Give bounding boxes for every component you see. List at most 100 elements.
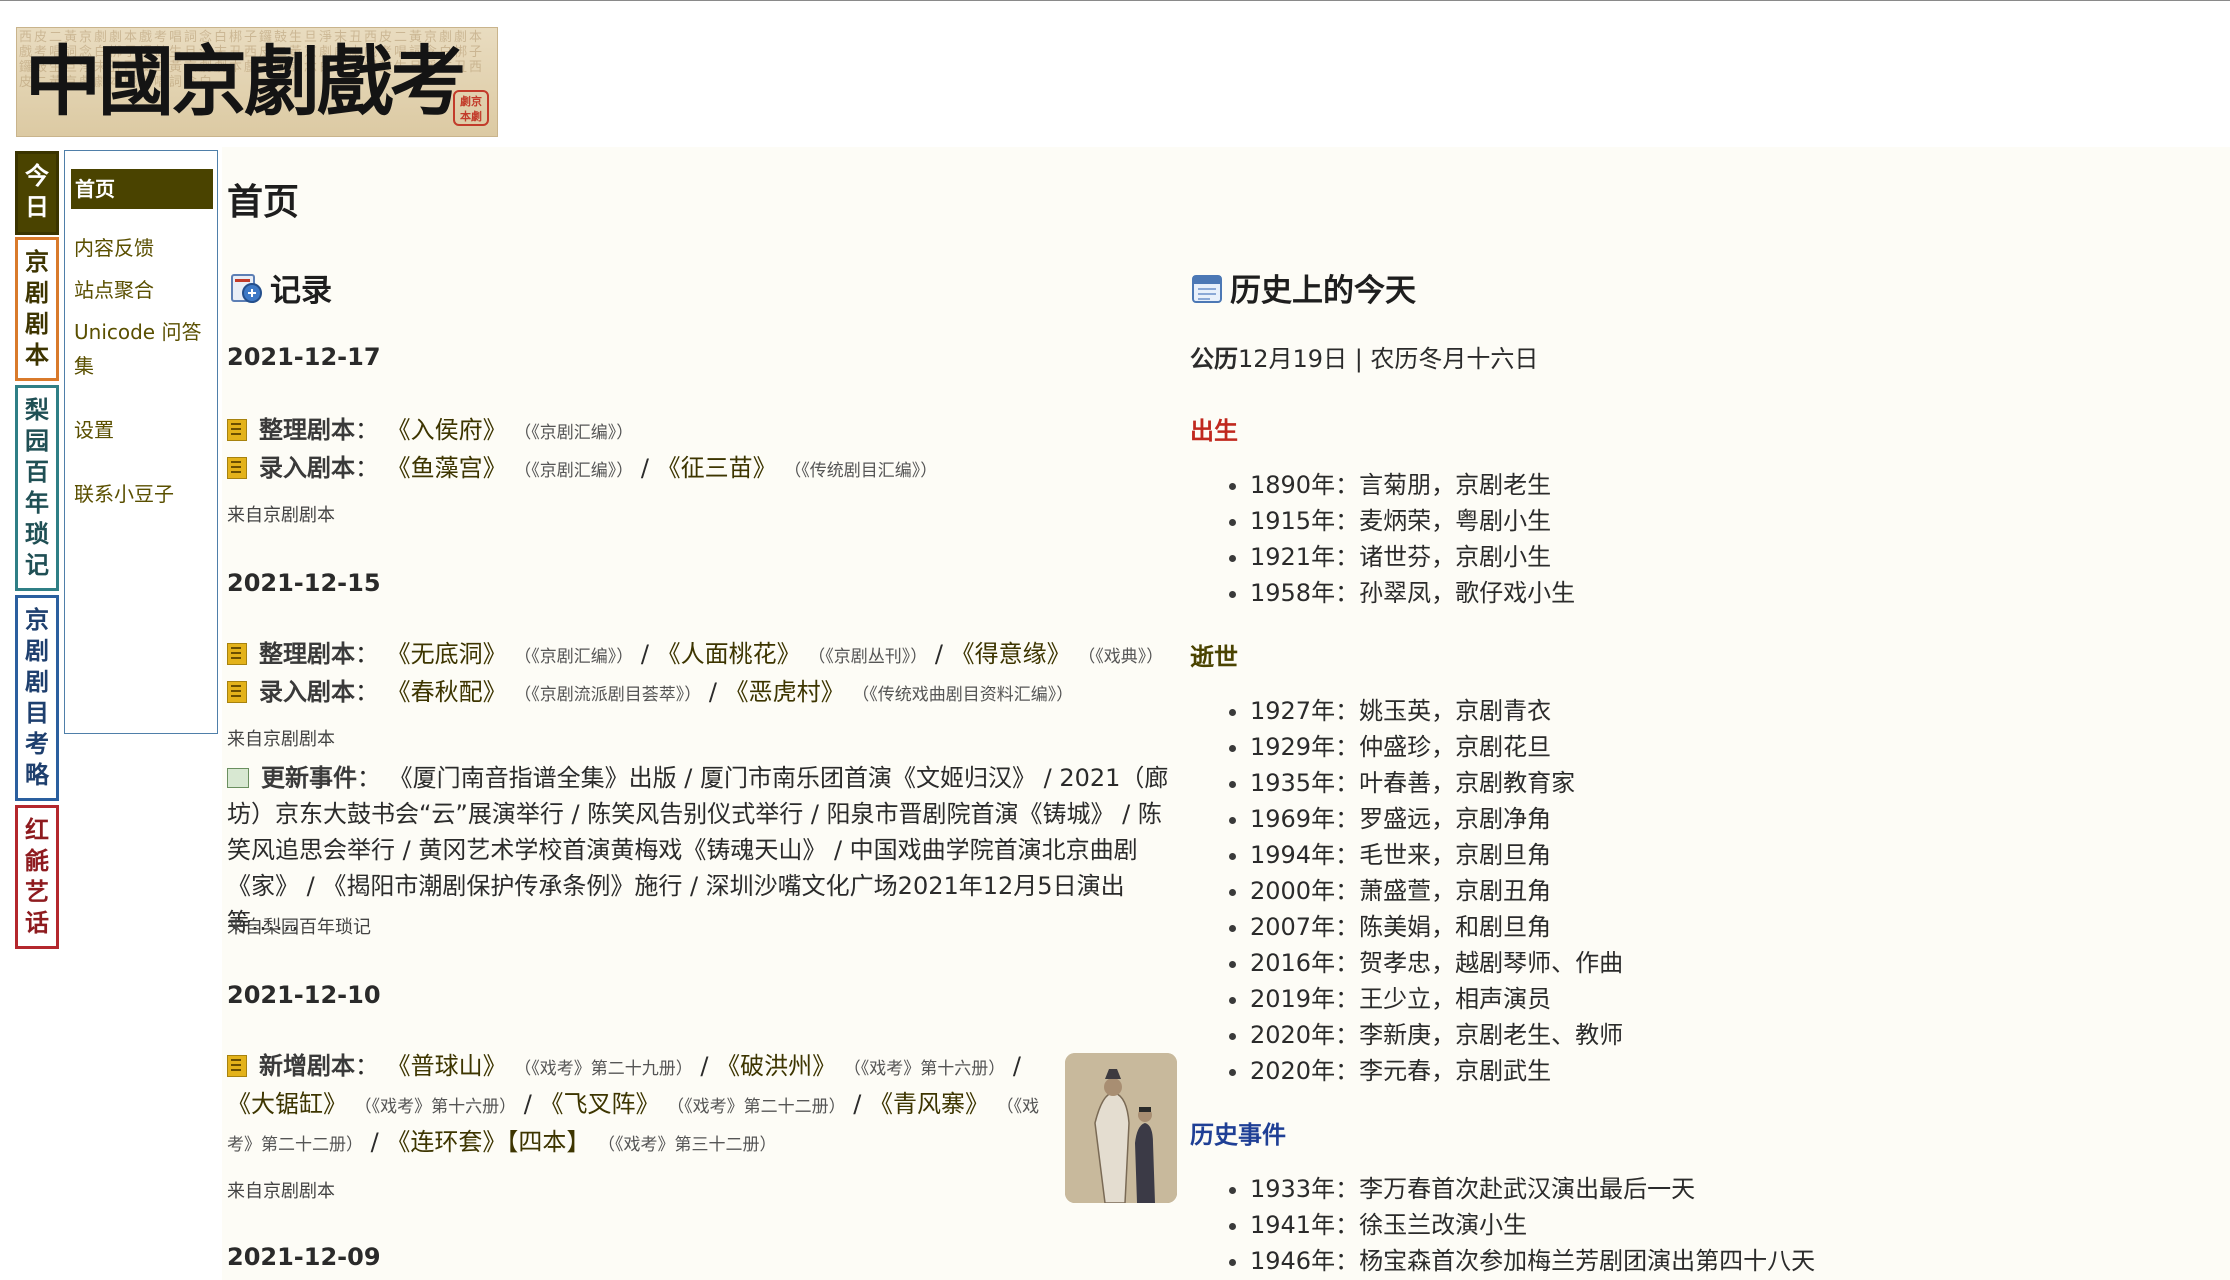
script-link[interactable]: 《恶虎村》 bbox=[725, 678, 845, 706]
history-event-item[interactable]: 1941年：徐玉兰改演小生 bbox=[1250, 1207, 1815, 1243]
side-menu-unicode-faq[interactable]: Unicode 问答 bbox=[74, 315, 217, 349]
vtab-char: 红 bbox=[25, 815, 49, 844]
vtab-char: 艺 bbox=[25, 877, 49, 906]
death-item[interactable]: 2020年：李元春，京剧武生 bbox=[1250, 1053, 1623, 1089]
record-label: 新增剧本 bbox=[259, 1052, 355, 1080]
script-link[interactable]: 《破洪州》 bbox=[716, 1052, 836, 1080]
vtab-char: 京 bbox=[25, 247, 49, 276]
death-item[interactable]: 1969年：罗盛远，京剧净角 bbox=[1250, 801, 1623, 837]
events-heading: 历史事件 bbox=[1190, 1121, 1286, 1149]
records-heading: 记录 bbox=[230, 265, 332, 310]
page-title: 首页 bbox=[227, 182, 300, 223]
side-menu-feedback[interactable]: 内容反馈 bbox=[74, 231, 217, 265]
main-content: 首页 记录 2021-12-17 整理剧本： 《入侯府》 （《京剧汇编》） 录入… bbox=[222, 147, 2230, 1280]
record-origin[interactable]: 来自京剧剧本 bbox=[227, 1177, 335, 1203]
script-source: （《戏考》第十六册） bbox=[843, 1059, 1006, 1079]
vtab-char: 略 bbox=[25, 760, 49, 789]
vtab-char: 园 bbox=[25, 426, 49, 455]
vtab-repertoire[interactable]: 京剧剧目考略 bbox=[15, 595, 59, 801]
records-icon bbox=[230, 271, 264, 305]
record-label: 整理剧本 bbox=[259, 640, 355, 668]
vtab-today[interactable]: 今日 bbox=[15, 151, 59, 235]
script-link[interactable]: 《鱼藻宫》 bbox=[387, 454, 507, 482]
death-item[interactable]: 1927年：姚玉英，京剧青衣 bbox=[1250, 693, 1623, 729]
record-date: 2021-12-17 bbox=[227, 343, 381, 371]
record-origin[interactable]: 来自梨园百年琐记 bbox=[227, 913, 371, 939]
side-menu-home[interactable]: 首页 bbox=[71, 169, 213, 209]
side-menu-aggregation[interactable]: 站点聚合 bbox=[74, 273, 217, 307]
side-menu-unicode-faq-cont[interactable]: 集 bbox=[74, 349, 217, 383]
vtab-scripts[interactable]: 京剧剧本 bbox=[15, 237, 59, 381]
script-source: （《京剧汇编》） bbox=[514, 647, 634, 667]
script-link[interactable]: 《青风寨》 bbox=[869, 1090, 989, 1118]
script-source: （《京剧汇编》） bbox=[514, 461, 634, 481]
record-label: 整理剧本 bbox=[259, 416, 355, 444]
logo-seal: 劇京本劇 bbox=[453, 90, 489, 126]
vtab-chronicle[interactable]: 梨园百年琐记 bbox=[15, 385, 59, 591]
history-heading: 历史上的今天 bbox=[1190, 265, 1416, 310]
record-date: 2021-12-09 bbox=[227, 1243, 381, 1271]
vtab-char: 剧 bbox=[25, 309, 49, 338]
death-item[interactable]: 1929年：仲盛珍，京剧花旦 bbox=[1250, 729, 1623, 765]
death-item[interactable]: 1935年：叶春善，京剧教育家 bbox=[1250, 765, 1623, 801]
vtab-char: 剧 bbox=[25, 278, 49, 307]
history-events-list: 1933年：李万春首次赴武汉演出最后一天 1941年：徐玉兰改演小生 1946年… bbox=[1190, 1171, 1815, 1279]
script-link[interactable]: 《飞叉阵》 bbox=[539, 1090, 659, 1118]
death-item[interactable]: 1994年：毛世来，京剧旦角 bbox=[1250, 837, 1623, 873]
calendar-label: 公历 bbox=[1190, 345, 1238, 373]
vtab-art-talk[interactable]: 红毹艺话 bbox=[15, 805, 59, 949]
script-link[interactable]: 《大锯缸》 bbox=[227, 1090, 347, 1118]
record-line: 《大锯缸》 （《戏考》第十六册） / 《飞叉阵》 （《戏考》第二十二册） / 《… bbox=[227, 1090, 1040, 1118]
script-link[interactable]: 《无底洞》 bbox=[387, 640, 507, 668]
record-line: 新增剧本： 《普球山》 （《戏考》第二十九册） / 《破洪州》 （《戏考》第十六… bbox=[227, 1047, 1021, 1088]
history-event-item[interactable]: 1933年：李万春首次赴武汉演出最后一天 bbox=[1250, 1171, 1815, 1207]
script-link[interactable]: 《连环套》【四本】 bbox=[386, 1128, 590, 1156]
opera-thumbnail[interactable] bbox=[1065, 1053, 1177, 1203]
birth-item[interactable]: 1958年：孙翠凤，歌仔戏小生 bbox=[1250, 575, 1575, 611]
script-link[interactable]: 《春秋配》 bbox=[387, 678, 507, 706]
death-item[interactable]: 2016年：贺孝忠，越剧琴师、作曲 bbox=[1250, 945, 1623, 981]
side-menu-contact[interactable]: 联系小豆子 bbox=[74, 477, 217, 511]
note-icon bbox=[227, 419, 247, 441]
record-date: 2021-12-15 bbox=[227, 569, 381, 597]
birth-item[interactable]: 1915年：麦炳荣，粤剧小生 bbox=[1250, 503, 1575, 539]
script-link[interactable]: 《人面桃花》 bbox=[657, 640, 801, 668]
vtab-char: 百 bbox=[25, 457, 49, 486]
script-source: （《戏考》第二十二册） bbox=[667, 1097, 846, 1117]
birth-item[interactable]: 1921年：诸世芬，京剧小生 bbox=[1250, 539, 1575, 575]
script-link[interactable]: 《得意缘》 bbox=[951, 640, 1071, 668]
vtab-char: 剧 bbox=[25, 667, 49, 696]
script-link[interactable]: 《征三苗》 bbox=[657, 454, 777, 482]
births-heading: 出生 bbox=[1190, 417, 1238, 445]
script-link[interactable]: 《普球山》 bbox=[387, 1052, 507, 1080]
record-label: 录入剧本 bbox=[259, 678, 355, 706]
birth-item[interactable]: 1890年：言菊朋，京剧老生 bbox=[1250, 467, 1575, 503]
record-origin[interactable]: 来自京剧剧本 bbox=[227, 725, 335, 751]
death-item[interactable]: 2007年：陈美娟，和剧旦角 bbox=[1250, 909, 1623, 945]
deaths-heading: 逝世 bbox=[1190, 643, 1238, 671]
vtab-char: 琐 bbox=[25, 519, 49, 548]
script-link[interactable]: 《入侯府》 bbox=[387, 416, 507, 444]
death-item[interactable]: 2000年：萧盛萱，京剧丑角 bbox=[1250, 873, 1623, 909]
vtab-char: 毹 bbox=[25, 846, 49, 875]
death-item[interactable]: 2019年：王少立，相声演员 bbox=[1250, 981, 1623, 1017]
record-line: 录入剧本： 《鱼藻宫》 （《京剧汇编》） / 《征三苗》 （《传统剧目汇编》） bbox=[227, 449, 937, 490]
deaths-list: 1927年：姚玉英，京剧青衣 1929年：仲盛珍，京剧花旦 1935年：叶春善，… bbox=[1190, 693, 1623, 1089]
site-logo[interactable]: 西皮二黃京劇劇本戲考唱詞念白梆子鑼鼓生旦淨末丑西皮二黃京劇劇本戲考唱詞念白梆子鑼… bbox=[16, 27, 498, 137]
history-event-item[interactable]: 1946年：杨宝森首次参加梅兰芳剧团演出第四十八天 bbox=[1250, 1243, 1815, 1279]
history-heading-text: 历史上的今天 bbox=[1230, 273, 1416, 309]
script-source: （《戏考》第十六册） bbox=[354, 1097, 517, 1117]
record-line: 考》第二十二册） / 《连环套》【四本】 （《戏考》第三十二册） bbox=[227, 1128, 777, 1156]
vtab-char: 剧 bbox=[25, 636, 49, 665]
script-source: （《戏 bbox=[996, 1097, 1040, 1117]
vtab-char: 今 bbox=[25, 161, 49, 190]
death-item[interactable]: 2020年：李新庚，京剧老生、教师 bbox=[1250, 1017, 1623, 1053]
side-menu-settings[interactable]: 设置 bbox=[74, 413, 217, 447]
script-source: （《京剧丛刊》） bbox=[808, 647, 928, 667]
record-origin[interactable]: 来自京剧剧本 bbox=[227, 501, 335, 527]
vtab-char: 记 bbox=[25, 550, 49, 579]
script-source: （《戏考》第三十二册） bbox=[597, 1135, 777, 1155]
note-icon bbox=[227, 643, 247, 665]
record-line: 整理剧本： 《入侯府》 （《京剧汇编》） bbox=[227, 411, 633, 452]
events-text[interactable]: 《厦门南音指谱全集》出版 / 厦门市南乐团首演《文姬归汉》 / 2021（廊坊）… bbox=[227, 764, 1168, 936]
